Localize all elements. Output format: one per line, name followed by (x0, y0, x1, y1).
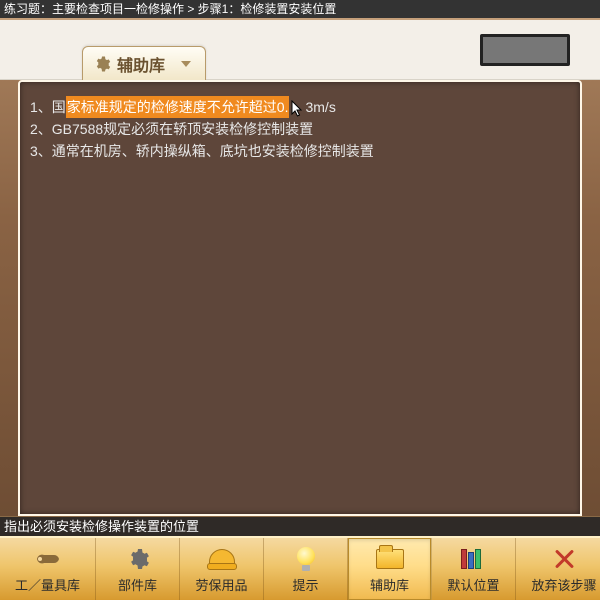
default-position-button[interactable]: 默认位置 (432, 538, 516, 600)
tool-label: 提示 (292, 575, 318, 594)
assist-panel: 1、 国 家标准规定的检修速度不允许超过0. 3m/s 2、 GB7588规定必… (18, 80, 582, 516)
assist-library-tab[interactable]: 辅助库 (82, 46, 206, 80)
tool-measuring-button[interactable]: 工／量具库 (0, 538, 96, 600)
list-item[interactable]: 2、 GB7588规定必须在轿顶安装检修控制装置 (30, 118, 570, 140)
tool-label: 默认位置 (447, 575, 499, 594)
breadcrumb-text: 练习题：主要检查项目一检修操作 > 步骤1：检修装置安装位置 (4, 2, 336, 16)
instruction-bar: 指出必须安装检修操作装置的位置 (0, 516, 600, 536)
text-post: 3m/s (305, 96, 335, 118)
wrench-icon (32, 545, 64, 573)
tool-label: 部件库 (118, 575, 157, 594)
list-number: 3、 (30, 140, 52, 162)
helmet-icon (206, 545, 238, 573)
tool-label: 辅助库 (370, 575, 409, 594)
lightbulb-icon (290, 545, 322, 573)
main-frame: 辅助库 1、 国 家标准规定的检修速度不允许超过0. 3m/s 2、 GB758… (0, 18, 600, 516)
instruction-text: 指出必须安装检修操作装置的位置 (4, 519, 199, 534)
ppe-button[interactable]: 劳保用品 (180, 538, 264, 600)
books-icon (458, 545, 490, 573)
text-pre: 国 (52, 96, 66, 118)
tab-label: 辅助库 (117, 52, 165, 76)
cursor-icon (290, 100, 304, 118)
abandon-step-button[interactable]: 放弃该步骤 (516, 538, 600, 600)
breadcrumb: 练习题：主要检查项目一检修操作 > 步骤1：检修装置安装位置 (0, 0, 600, 18)
chevron-down-icon (181, 61, 191, 67)
tool-label: 劳保用品 (195, 575, 247, 594)
list-number: 2、 (30, 118, 52, 140)
hint-button[interactable]: 提示 (264, 538, 348, 600)
monitor-graphic (480, 34, 570, 66)
highlighted-text: 家标准规定的检修速度不允许超过0. (66, 96, 290, 118)
tool-label: 工／量具库 (15, 575, 80, 594)
tool-label: 放弃该步骤 (531, 575, 596, 594)
list-item[interactable]: 1、 国 家标准规定的检修速度不允许超过0. 3m/s (30, 96, 570, 118)
parts-library-button[interactable]: 部件库 (96, 538, 180, 600)
gear-icon (93, 55, 111, 73)
folder-icon (374, 545, 406, 573)
gear-icon (122, 545, 154, 573)
list-text: GB7588规定必须在轿顶安装检修控制装置 (52, 118, 313, 140)
list-item[interactable]: 3、 通常在机房、轿内操纵箱、底坑也安装检修控制装置 (30, 140, 570, 162)
list-number: 1、 (30, 96, 52, 118)
bottom-toolbar: 工／量具库 部件库 劳保用品 提示 辅助库 默认位置 放弃该步骤 (0, 536, 600, 600)
assist-library-button[interactable]: 辅助库 (348, 538, 432, 600)
list-text: 通常在机房、轿内操纵箱、底坑也安装检修控制装置 (52, 140, 374, 162)
close-icon (548, 545, 580, 573)
